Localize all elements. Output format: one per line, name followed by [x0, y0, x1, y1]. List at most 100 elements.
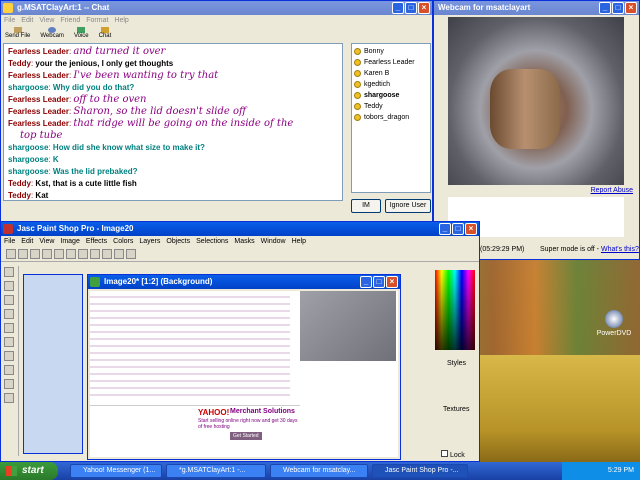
menu-file[interactable]: File [4, 15, 15, 27]
webcam-button[interactable]: Webcam [40, 27, 64, 43]
send-file-button[interactable]: Send File [5, 27, 30, 43]
messenger-menubar: File Edit View Friend Format Help [1, 15, 432, 27]
yahoo-ad[interactable]: YAHOO! Merchant Solutions Start selling … [90, 405, 300, 445]
copy-icon[interactable] [90, 249, 100, 259]
lock-checkbox[interactable]: Lock [441, 450, 465, 459]
paintshop-titlebar[interactable]: Jasc Paint Shop Pro - Image20 _ □ × [1, 222, 479, 236]
psp-menu-image[interactable]: Image [60, 236, 79, 248]
webcam-maximize-button[interactable]: □ [612, 2, 624, 14]
eraser-tool-icon[interactable] [4, 365, 14, 375]
open-icon[interactable] [18, 249, 28, 259]
desktop-icon-powerdvd[interactable]: PowerDVD [594, 310, 634, 337]
psp-menu-objects[interactable]: Objects [166, 236, 190, 248]
buddy-smiley-icon [354, 103, 361, 110]
webcam-title: Webcam for msatclayart [438, 3, 531, 12]
messenger-titlebar[interactable]: g.MSATClayArt:1 -- Chat _ □ × [1, 1, 432, 15]
task-chat[interactable]: *g.MSATClayArt:1 -... [166, 464, 266, 478]
undo-icon[interactable] [54, 249, 64, 259]
psp-menu-layers[interactable]: Layers [139, 236, 160, 248]
deform-tool-icon[interactable] [4, 295, 14, 305]
psp-maximize-button[interactable]: □ [452, 223, 464, 235]
chat-sender: shargoose [8, 83, 49, 92]
text-tool-icon[interactable] [4, 393, 14, 403]
chat-sender: shargoose [8, 155, 49, 164]
brush-tool-icon[interactable] [4, 351, 14, 361]
psp-toolbar [1, 248, 479, 262]
ignore-user-button[interactable]: Ignore User [385, 199, 431, 213]
cut-icon[interactable] [78, 249, 88, 259]
webcam-minimize-button[interactable]: _ [599, 2, 611, 14]
textures-label: Textures [443, 406, 470, 413]
print-icon[interactable] [42, 249, 52, 259]
clock[interactable]: 5:29 PM [608, 467, 634, 474]
buddy-item[interactable]: Fearless Leader [354, 57, 428, 68]
buddy-item[interactable]: kgedtich [354, 79, 428, 90]
psp-menu-window[interactable]: Window [261, 236, 286, 248]
messenger-chat-window: g.MSATClayArt:1 -- Chat _ □ × File Edit View… [0, 0, 433, 222]
image-close-button[interactable]: × [386, 276, 398, 288]
task-webcam[interactable]: Webcam for msatclay... [270, 464, 368, 478]
image-canvas[interactable]: YAHOO! Merchant Solutions Start selling … [90, 291, 398, 457]
psp-minimize-button[interactable]: _ [439, 223, 451, 235]
menu-format[interactable]: Format [86, 15, 108, 27]
buddy-item[interactable]: shargoose [354, 90, 428, 101]
psp-menu-effects[interactable]: Effects [86, 236, 107, 248]
move-tool-icon[interactable] [4, 323, 14, 333]
image-window-stack [23, 274, 83, 454]
task-paintshop[interactable]: Jasc Paint Shop Pro -... [372, 464, 468, 478]
psp-menu-file[interactable]: File [4, 236, 15, 248]
ad-get-started-button[interactable]: Get Started [230, 432, 262, 440]
fill-tool-icon[interactable] [4, 379, 14, 389]
chat-button[interactable]: Chat [99, 27, 111, 43]
im-button[interactable]: IM [351, 199, 381, 213]
buddy-list[interactable]: Bonny Fearless Leader Karen B kgedtich sharg… [351, 43, 431, 193]
image-minimize-button[interactable]: _ [360, 276, 372, 288]
psp-menu-edit[interactable]: Edit [21, 236, 33, 248]
paste-icon[interactable] [102, 249, 112, 259]
menu-friend[interactable]: Friend [60, 15, 80, 27]
chat-message: I've been wanting to try that [73, 70, 219, 81]
psp-menu-view[interactable]: View [39, 236, 54, 248]
zoom-icon[interactable] [114, 249, 124, 259]
task-yahoo-messenger[interactable]: Yahoo! Messenger (1... [70, 464, 162, 478]
redo-icon[interactable] [66, 249, 76, 259]
psp-menu-colors[interactable]: Colors [113, 236, 133, 248]
ad-brand: YAHOO! [198, 408, 230, 417]
lock-label: Lock [449, 452, 465, 459]
start-button[interactable]: start [0, 462, 58, 480]
webcam-titlebar[interactable]: Webcam for msatclayart _ □ × [434, 1, 639, 15]
menu-view[interactable]: View [39, 15, 54, 27]
buddy-item[interactable]: Bonny [354, 46, 428, 57]
psp-menu-selections[interactable]: Selections [196, 236, 228, 248]
voice-button[interactable]: Voice [74, 27, 89, 43]
psp-menu-masks[interactable]: Masks [234, 236, 254, 248]
image-titlebar[interactable]: Image20* [1:2] (Background) _ □ × [88, 275, 400, 289]
close-button[interactable]: × [418, 2, 430, 14]
save-icon[interactable] [30, 249, 40, 259]
psp-close-button[interactable]: × [465, 223, 477, 235]
crop-tool-icon[interactable] [4, 309, 14, 319]
minimize-button[interactable]: _ [392, 2, 404, 14]
whats-this-link[interactable]: What's this? [601, 246, 639, 253]
menu-edit[interactable]: Edit [21, 15, 33, 27]
chat-sender: Teddy [8, 59, 31, 68]
pan-tool-icon[interactable] [4, 267, 14, 277]
buddy-item[interactable]: Karen B [354, 68, 428, 79]
report-abuse-link[interactable]: Report Abuse [591, 187, 633, 194]
image-window-active[interactable]: Image20* [1:2] (Background) _ □ × YAHOO! M… [87, 274, 401, 460]
chat-line: Fearless Leader: that ridge will be goin… [8, 118, 294, 129]
buddy-item[interactable]: Teddy [354, 101, 428, 112]
maximize-button[interactable]: □ [405, 2, 417, 14]
color-picker[interactable] [435, 270, 475, 350]
image-maximize-button[interactable]: □ [373, 276, 385, 288]
buddy-item[interactable]: tobors_dragon [354, 112, 428, 123]
new-icon[interactable] [6, 249, 16, 259]
zoom-tool-icon[interactable] [4, 281, 14, 291]
help-icon[interactable] [126, 249, 136, 259]
webcam-close-button[interactable]: × [625, 2, 637, 14]
select-tool-icon[interactable] [4, 337, 14, 347]
buddy-smiley-icon [354, 81, 361, 88]
psp-menu-help[interactable]: Help [292, 236, 306, 248]
chat-transcript[interactable]: Fearless Leader: and turned it over Teddy… [3, 43, 343, 201]
menu-help[interactable]: Help [114, 15, 128, 27]
